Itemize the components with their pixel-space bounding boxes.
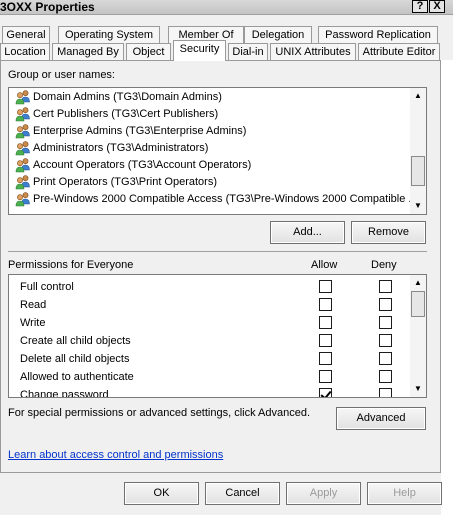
groups-scroll-thumb[interactable]	[411, 156, 425, 186]
allow-checkbox[interactable]	[319, 334, 332, 347]
user-group-icon	[15, 141, 31, 156]
cancel-button[interactable]: Cancel	[205, 482, 280, 505]
group-list-item-label: Pre-Windows 2000 Compatible Access (TG3\…	[33, 193, 418, 205]
tab-delegation[interactable]: Delegation	[244, 26, 312, 43]
deny-checkbox[interactable]	[379, 298, 392, 311]
permission-name: Create all child objects	[20, 335, 131, 347]
help-footer-button[interactable]: Help	[367, 482, 442, 505]
advanced-button[interactable]: Advanced	[336, 407, 426, 430]
permission-name: Write	[20, 317, 46, 329]
permissions-label: Permissions for Everyone	[8, 259, 134, 271]
section-divider	[8, 251, 427, 252]
deny-checkbox[interactable]	[379, 388, 392, 397]
deny-checkbox[interactable]	[379, 370, 392, 383]
permission-name: Read	[20, 299, 47, 311]
scroll-up-arrow-icon[interactable]: ▲	[410, 275, 426, 291]
user-group-icon	[15, 124, 31, 139]
tab-location[interactable]: Location	[0, 43, 50, 60]
add-button[interactable]: Add...	[270, 221, 345, 244]
scroll-down-arrow-icon[interactable]: ▼	[410, 381, 426, 397]
group-list-item-label: Administrators (TG3\Administrators)	[33, 142, 209, 154]
group-names-listbox[interactable]: Domain Admins (TG3\Domain Admins) Cert Pu…	[8, 87, 427, 215]
group-list-item-label: Print Operators (TG3\Print Operators)	[33, 176, 217, 188]
permission-name: Allowed to authenticate	[20, 371, 134, 383]
permissions-listbox[interactable]: Full control Read Write Create all child ob…	[8, 274, 427, 398]
deny-checkbox[interactable]	[379, 334, 392, 347]
tab-general[interactable]: General	[2, 26, 50, 43]
tab-attribute-editor[interactable]: Attribute Editor	[358, 43, 440, 60]
permission-name: Full control	[20, 281, 74, 293]
group-list-item-label: Account Operators (TG3\Account Operators…	[33, 159, 252, 171]
user-group-icon	[15, 107, 31, 122]
tab-object[interactable]: Object	[126, 43, 171, 60]
tab-security[interactable]: Security	[173, 40, 226, 61]
group-list-item-label: Enterprise Admins (TG3\Enterprise Admins…	[33, 125, 247, 137]
allow-checkbox[interactable]	[319, 352, 332, 365]
permission-name: Delete all child objects	[20, 353, 130, 365]
tab-dial-in[interactable]: Dial-in	[228, 43, 268, 60]
deny-checkbox[interactable]	[379, 280, 392, 293]
group-list-item-label: Cert Publishers (TG3\Cert Publishers)	[33, 108, 219, 120]
group-list-item-label: Domain Admins (TG3\Domain Admins)	[33, 91, 222, 103]
allow-checkbox[interactable]	[319, 298, 332, 311]
allow-checkbox[interactable]	[319, 316, 332, 329]
group-names-label: Group or user names:	[8, 69, 115, 81]
user-group-icon	[15, 90, 31, 105]
allow-checkbox[interactable]	[319, 280, 332, 293]
close-button[interactable]: X	[429, 0, 445, 13]
window-title: 3OXX Properties	[0, 0, 95, 14]
allow-checkbox[interactable]	[319, 388, 332, 397]
permissions-scrollbar[interactable]: ▲ ▼	[410, 275, 426, 397]
scroll-down-arrow-icon[interactable]: ▼	[410, 198, 426, 214]
remove-button[interactable]: Remove	[351, 221, 426, 244]
permissions-scroll-thumb[interactable]	[411, 291, 425, 317]
help-button[interactable]: ?	[412, 0, 428, 13]
allow-checkbox[interactable]	[319, 370, 332, 383]
deny-checkbox[interactable]	[379, 352, 392, 365]
tab-managed-by[interactable]: Managed By	[52, 43, 124, 60]
user-group-icon	[15, 192, 31, 207]
advanced-hint: For special permissions or advanced sett…	[8, 407, 311, 419]
permission-name: Change password	[20, 389, 109, 398]
title-bar: 3OXX Properties ? X	[0, 0, 453, 15]
learn-more-link[interactable]: Learn about access control and permissio…	[8, 449, 223, 461]
scroll-up-arrow-icon[interactable]: ▲	[410, 88, 426, 104]
allow-header: Allow	[311, 259, 338, 271]
user-group-icon	[15, 158, 31, 173]
deny-checkbox[interactable]	[379, 316, 392, 329]
panel-right-edge	[441, 60, 453, 515]
apply-button[interactable]: Apply	[286, 482, 361, 505]
tab-unix-attributes[interactable]: UNIX Attributes	[270, 43, 356, 60]
tab-password-replication[interactable]: Password Replication	[318, 26, 438, 43]
user-group-icon	[15, 175, 31, 190]
deny-header: Deny	[371, 259, 397, 271]
groups-scrollbar[interactable]: ▲ ▼	[410, 88, 426, 214]
tab-operating-system[interactable]: Operating System	[58, 26, 160, 43]
ok-button[interactable]: OK	[124, 482, 199, 505]
